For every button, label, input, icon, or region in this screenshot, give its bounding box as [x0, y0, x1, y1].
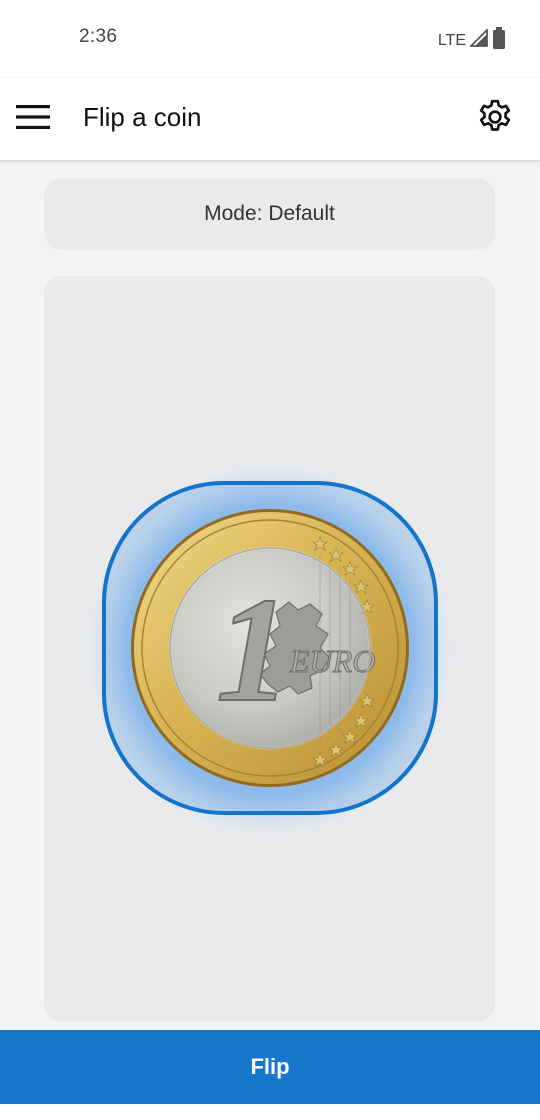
- hamburger-menu-icon: [16, 104, 50, 135]
- status-time: 2:36: [79, 26, 118, 47]
- one-euro-coin: 1 EURO: [86, 462, 454, 838]
- signal-icon: [468, 27, 488, 52]
- coin-currency: EURO: [289, 643, 375, 679]
- status-indicators: LTE: [438, 27, 506, 54]
- menu-button[interactable]: [14, 100, 52, 138]
- coin-button[interactable]: 1 EURO: [84, 462, 456, 838]
- settings-button[interactable]: [474, 98, 516, 140]
- network-type: LTE: [437, 31, 466, 49]
- page-title: Flip a coin: [83, 102, 202, 132]
- coin-flip-screen: 2:36 LTE Flip a coin Mode: Default 1 EUR…: [0, 0, 540, 1120]
- app-bar: Flip a coin: [0, 78, 540, 160]
- mode-label: Mode: Default: [204, 202, 335, 225]
- flip-button-label: Flip: [250, 1054, 290, 1079]
- status-bar: 2:36 LTE: [0, 0, 540, 78]
- coin-denomination: 1: [216, 567, 291, 733]
- mode-selector[interactable]: Mode: Default: [44, 178, 495, 250]
- gear-icon: [475, 97, 515, 142]
- battery-icon: [492, 27, 506, 54]
- flip-button[interactable]: Flip: [0, 1030, 540, 1104]
- navigation-bar-area: [0, 1104, 540, 1120]
